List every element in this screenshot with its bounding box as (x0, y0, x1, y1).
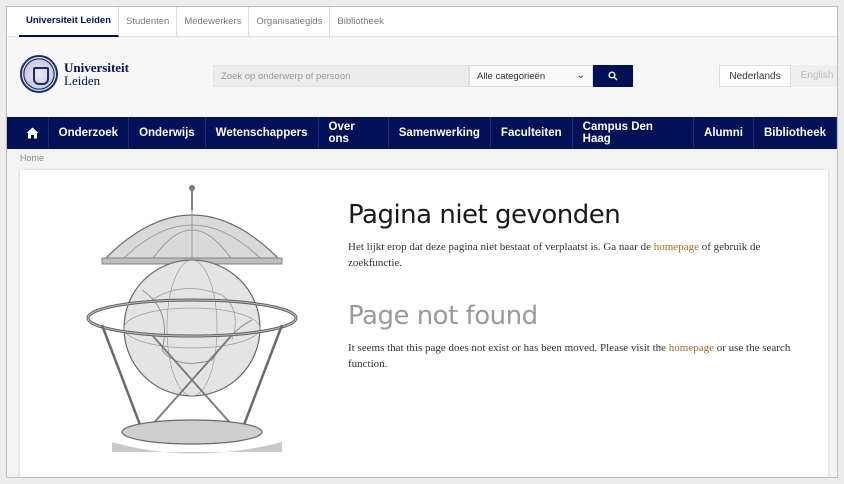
nav-item-campus-den-haag[interactable]: Campus Den Haag (573, 117, 695, 149)
message-nl: Het lijkt erop dat deze pagina niet best… (348, 239, 808, 271)
home-icon (26, 127, 39, 139)
category-select-value: Alle categorieën (477, 71, 546, 82)
nav-item-over-ons[interactable]: Over ons (319, 117, 389, 149)
topbar-link-organisatiegids[interactable]: Organisatiegids (249, 7, 331, 37)
logo-wordmark: Universiteit Leiden (64, 61, 129, 87)
page-title-nl: Pagina niet gevonden (348, 200, 621, 230)
message-nl-part-1: Het lijkt erop dat deze pagina niet best… (348, 241, 654, 253)
nav-home[interactable] (17, 117, 49, 149)
nav-item-wetenschappers[interactable]: Wetenschappers (206, 117, 319, 149)
seal-icon (20, 55, 58, 93)
university-logo[interactable]: Universiteit Leiden (20, 55, 129, 93)
message-en-part-1: It seems that this page does not exist o… (348, 342, 669, 354)
topbar-link-universiteit[interactable]: Universiteit Leiden (19, 7, 119, 37)
topbar-link-bibliotheek[interactable]: Bibliotheek (330, 7, 390, 37)
top-utility-bar: Universiteit Leiden Studenten Medewerker… (7, 7, 837, 37)
globe-illustration-icon (86, 185, 298, 454)
language-switch: Nederlands English (719, 65, 837, 87)
page-title-en: Page not found (348, 301, 538, 331)
nav-item-samenwerking[interactable]: Samenwerking (389, 117, 491, 149)
logo-line-2: Leiden (64, 73, 101, 88)
site-header: Universiteit Leiden Zoek op onderwerp of… (7, 38, 837, 117)
main-navigation: Onderzoek Onderwijs Wetenschappers Over … (7, 117, 837, 149)
error-card: Pagina niet gevonden Het lijkt erop dat … (20, 170, 828, 477)
nav-item-faculteiten[interactable]: Faculteiten (491, 117, 573, 149)
category-select[interactable]: Alle categorieën ⌄ (469, 65, 593, 87)
homepage-link-en[interactable]: homepage (669, 342, 714, 354)
message-en: It seems that this page does not exist o… (348, 340, 808, 372)
topbar-link-medewerkers[interactable]: Medewerkers (177, 7, 250, 37)
homepage-link-nl[interactable]: homepage (654, 241, 699, 253)
lang-english[interactable]: English (791, 65, 837, 87)
error-content: Pagina niet gevonden Het lijkt erop dat … (348, 200, 808, 372)
nav-item-onderwijs[interactable]: Onderwijs (129, 117, 206, 149)
nav-item-bibliotheek[interactable]: Bibliotheek (754, 117, 837, 149)
search-button[interactable] (593, 65, 633, 87)
topbar-link-studenten[interactable]: Studenten (119, 7, 178, 37)
nav-item-alumni[interactable]: Alumni (694, 117, 754, 149)
browser-viewport: Universiteit Leiden Studenten Medewerker… (6, 6, 838, 478)
chevron-down-icon: ⌄ (576, 70, 585, 81)
search-input[interactable]: Zoek op onderwerp of persoon (213, 65, 469, 87)
nav-item-onderzoek[interactable]: Onderzoek (49, 117, 130, 149)
breadcrumb[interactable]: Home (20, 153, 44, 163)
search-icon (608, 71, 618, 81)
lang-nederlands[interactable]: Nederlands (719, 65, 791, 87)
